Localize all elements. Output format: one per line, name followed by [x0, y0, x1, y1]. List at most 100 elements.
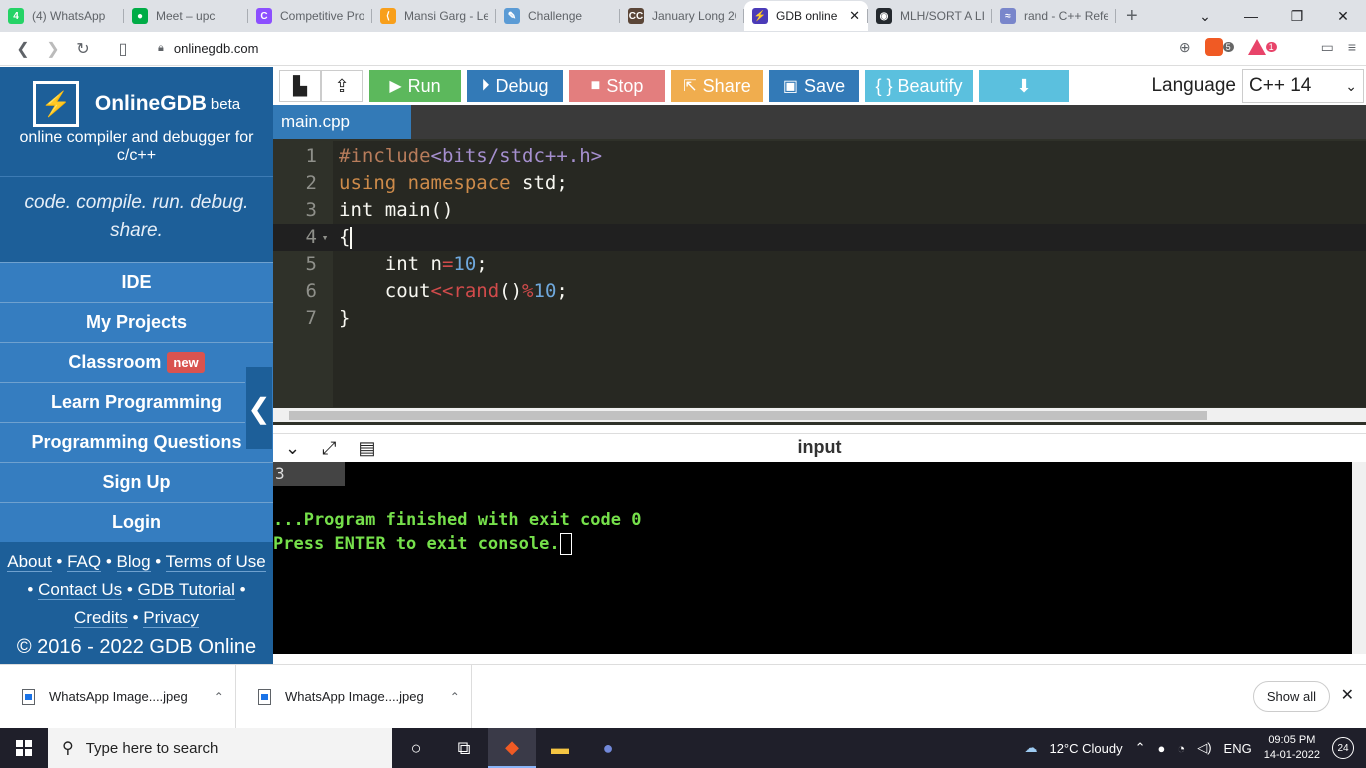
link-privacy[interactable]: Privacy [143, 608, 199, 628]
link-credits[interactable]: Credits [74, 608, 128, 628]
bookmark-icon[interactable]: ▯ [108, 39, 138, 59]
debug-button[interactable]: ⏵ Debug [467, 70, 563, 102]
sidebar-item-sign-up[interactable]: Sign Up [0, 462, 273, 502]
new-tab-button[interactable]: + [1126, 5, 1138, 28]
link-about[interactable]: About [7, 552, 52, 572]
url-field[interactable]: 🔒︎ onlinegdb.com [158, 41, 258, 56]
browser-tab[interactable]: ⚡ GDB online ✕ [744, 1, 868, 31]
code-text: int n=10; [339, 253, 488, 275]
console-prompt: Press ENTER to exit console. [273, 532, 1366, 556]
browser-tab[interactable]: ● Meet – upc [124, 1, 248, 31]
wallet-icon[interactable]: ▭ [1321, 39, 1334, 56]
browser-tab[interactable]: ≈ rand - C++ Refe [992, 1, 1116, 31]
weather-text[interactable]: 12°C Cloudy [1049, 741, 1122, 756]
tab-main-cpp[interactable]: main.cpp [273, 105, 411, 139]
browser-tab[interactable]: ⟨ Mansi Garg - Le [372, 1, 496, 31]
profile-menu-icon[interactable]: ⌄ [1182, 8, 1228, 25]
stop-button[interactable]: ■ Stop [569, 70, 665, 102]
link-faq[interactable]: FAQ [67, 552, 102, 572]
favicon-icon: CC [628, 8, 644, 24]
link-gdb-tutorial[interactable]: GDB Tutorial [137, 580, 235, 600]
clipboard-icon[interactable]: ▤ [359, 438, 376, 459]
forward-icon[interactable]: ❯ [38, 39, 68, 59]
network-icon[interactable]: ◔ [1177, 741, 1185, 756]
brand-subtitle: online compiler and debugger for c/c++ [19, 129, 254, 164]
browser-tab[interactable]: ✎ Challenge [496, 1, 620, 31]
download-item[interactable]: WhatsApp Image....jpeg ⌃ [0, 664, 236, 729]
show-all-button[interactable]: Show all [1252, 681, 1330, 712]
start-button[interactable] [0, 728, 48, 768]
sidebar-item-classroom[interactable]: Classroom new [0, 342, 273, 382]
close-tab-icon[interactable]: ✕ [849, 8, 860, 24]
stdin-input[interactable]: 3 [273, 462, 345, 486]
close-window-icon[interactable]: ✕ [1320, 8, 1366, 25]
download-item[interactable]: WhatsApp Image....jpeg ⌃ [236, 664, 472, 729]
file-explorer-icon[interactable]: ▬ [536, 728, 584, 768]
tab-title: (4) WhatsApp [32, 9, 106, 23]
minimize-icon[interactable]: — [1228, 8, 1274, 24]
sidebar: ⚡ OnlineGDB beta online compiler and deb… [0, 67, 273, 664]
brand-name[interactable]: OnlineGDB [95, 92, 207, 116]
stop-icon: ■ [590, 77, 601, 94]
language-select[interactable]: C++ 14 ⌄ [1242, 69, 1364, 103]
run-button[interactable]: ▶ Run [369, 70, 461, 102]
sidebar-item-programming-questions[interactable]: Programming Questions [0, 422, 273, 462]
chevron-up-icon[interactable]: ⌃ [450, 690, 460, 704]
debug-label: Debug [495, 75, 549, 96]
microphone-icon[interactable]: ● [1158, 741, 1166, 756]
upload-button[interactable]: ⇪ [321, 70, 363, 102]
back-icon[interactable]: ❮ [8, 39, 38, 59]
clock[interactable]: 09:05 PM 14-01-2022 [1264, 733, 1320, 763]
chevron-up-icon[interactable]: ⌃ [1135, 740, 1146, 756]
cortana-icon[interactable]: ○ [392, 728, 440, 768]
link-contact[interactable]: Contact Us [38, 580, 123, 600]
beautify-button[interactable]: { } Beautify [865, 70, 973, 102]
close-icon[interactable]: ✕ [1341, 685, 1354, 705]
expand-icon[interactable]: ⤢ [322, 438, 336, 459]
sidebar-item-learn-programming[interactable]: Learn Programming [0, 382, 273, 422]
code-text: { [339, 226, 353, 249]
download-button[interactable]: ⬇ [979, 70, 1069, 102]
brave-rewards-icon[interactable] [1247, 39, 1266, 55]
maximize-icon[interactable]: ❐ [1274, 8, 1320, 25]
new-file-button[interactable]: ▙ [279, 70, 321, 102]
chevron-down-icon[interactable]: ⌄ [285, 438, 300, 459]
code-line: 2 using namespace std; [273, 170, 1366, 197]
sidebar-item-my-projects[interactable]: My Projects [0, 302, 273, 342]
sidebar-item-ide[interactable]: IDE [0, 262, 273, 302]
discord-icon[interactable]: ● [584, 728, 632, 768]
console-output[interactable]: 3 ...Program finished with exit code 0 P… [273, 462, 1366, 654]
zoom-icon[interactable]: ⊕ [1179, 39, 1191, 56]
browser-tab[interactable]: ◉ MLH/SORT A LIS [868, 1, 992, 31]
code-editor[interactable]: 1 #include<bits/stdc++.h> 2 using namespac… [273, 141, 1366, 407]
brave-browser-icon[interactable]: ◆ [488, 728, 536, 768]
vertical-scrollbar[interactable] [1352, 462, 1366, 654]
taskbar-search[interactable]: ⚲ Type here to search [48, 728, 392, 768]
line-number: 5 [305, 253, 317, 275]
reload-icon[interactable]: ↻ [68, 39, 98, 59]
link-blog[interactable]: Blog [116, 552, 151, 572]
chevron-up-icon[interactable]: ⌃ [214, 690, 224, 704]
sidebar-collapse-button[interactable]: ❮ [245, 366, 273, 450]
sidebar-item-login[interactable]: Login [0, 502, 273, 542]
save-button[interactable]: ▣ Save [769, 70, 859, 102]
share-button[interactable]: ⇱ Share [671, 70, 763, 102]
task-view-icon[interactable]: ⧉ [440, 728, 488, 768]
browser-tab[interactable]: CC January Long 20 [620, 1, 744, 31]
horizontal-scrollbar[interactable] [273, 408, 1366, 422]
brave-shields-icon[interactable] [1204, 38, 1223, 56]
scrollbar-thumb[interactable] [289, 411, 1207, 420]
fold-arrow-icon[interactable]: ▾ [317, 224, 333, 251]
link-terms[interactable]: Terms of Use [165, 552, 266, 572]
console-actions: ⌄ ⤢ ▤ [285, 438, 376, 459]
language-indicator[interactable]: ENG [1224, 741, 1252, 756]
system-tray: ☁ 12°C Cloudy ⌃ ● ◔ ◁) ENG 09:05 PM 14-0… [1024, 728, 1366, 768]
notification-badge[interactable]: 24 [1332, 737, 1354, 759]
search-icon: ⚲ [62, 740, 74, 757]
volume-icon[interactable]: ◁) [1197, 740, 1211, 756]
browser-tab[interactable]: 4 (4) WhatsApp [0, 1, 124, 31]
browser-menu-icon[interactable]: ≡ [1348, 39, 1356, 55]
browser-tab[interactable]: C Competitive Pro [248, 1, 372, 31]
onlinegdb-logo-icon[interactable]: ⚡ [32, 81, 79, 127]
